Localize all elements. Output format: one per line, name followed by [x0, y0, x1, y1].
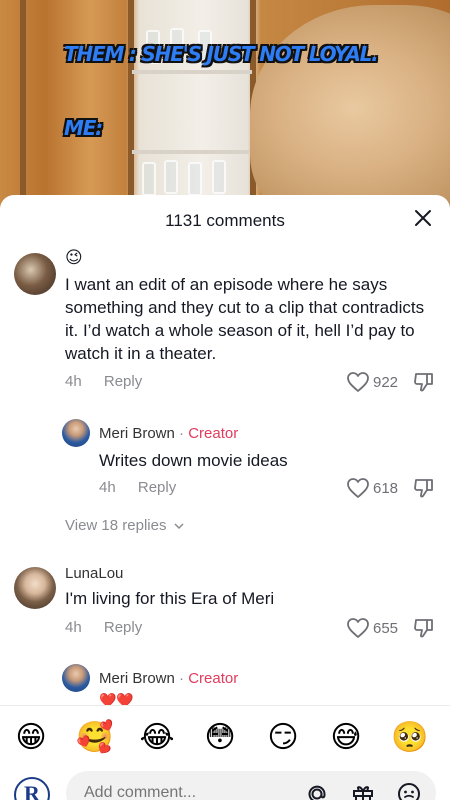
- heart-icon: [347, 478, 369, 498]
- emoji-grin[interactable]: 😁: [13, 720, 49, 756]
- heart-icon: [347, 372, 369, 392]
- dislike-icon[interactable]: [413, 477, 435, 499]
- emoji-hearts[interactable]: 🥰: [76, 720, 113, 756]
- emoji-pleading[interactable]: 🥺: [391, 720, 428, 756]
- reply-item: Meri Brown · Creator ❤️❤️: [0, 660, 450, 705]
- dislike-icon[interactable]: [413, 371, 435, 393]
- comment-input-row: R: [0, 771, 450, 800]
- sheet-header: 1131 comments: [0, 195, 450, 247]
- comment-item: LunaLou I'm living for this Era of Meri …: [0, 557, 450, 647]
- current-user-avatar[interactable]: R: [14, 777, 50, 800]
- emoji-tears-of-joy[interactable]: 😂: [139, 720, 175, 756]
- creator-badge: Creator: [188, 425, 239, 442]
- comment-text: I want an edit of an episode where he sa…: [65, 275, 425, 363]
- wood-frame: [128, 0, 134, 215]
- reply-author-line: Meri Brown · Creator: [99, 425, 239, 442]
- comment-time: 4h: [65, 373, 82, 390]
- wood-frame: [20, 0, 26, 215]
- emoji-smirk[interactable]: 😏: [265, 720, 301, 756]
- comment-time: 4h: [99, 479, 116, 496]
- reply-item: Meri Brown · Creator Writes down movie i…: [0, 415, 450, 500]
- emoji-quick-bar: 😁 🥰 😂 😳 😏 😅 🥺: [0, 705, 450, 771]
- close-icon[interactable]: [412, 207, 434, 229]
- glass: [164, 160, 178, 194]
- view-replies-button[interactable]: View 18 replies: [65, 517, 185, 534]
- avatar[interactable]: [14, 567, 56, 609]
- view-replies-label: View 18 replies: [65, 517, 167, 534]
- comment-emoji: 😉: [65, 248, 83, 268]
- reply-button[interactable]: Reply: [138, 479, 176, 496]
- reply-button[interactable]: Reply: [104, 373, 142, 390]
- author-name[interactable]: Meri Brown: [99, 425, 175, 442]
- glass: [188, 162, 202, 196]
- video-caption-line1: THEM : SHE'S JUST NOT LOYAL.: [64, 42, 379, 66]
- heart-icon: [347, 618, 369, 638]
- emoji-flushed[interactable]: 😳: [202, 720, 238, 756]
- comment-text: ❤️❤️: [99, 693, 134, 705]
- comment-item: 😉 I want an edit of an episode where he …: [0, 247, 450, 397]
- shelf: [132, 150, 252, 154]
- like-button[interactable]: 655: [346, 617, 398, 639]
- avatar[interactable]: [14, 253, 56, 295]
- emoji-sweat-smile[interactable]: 😅: [328, 720, 364, 756]
- comment-input[interactable]: [66, 771, 436, 800]
- like-count: 655: [373, 619, 399, 637]
- video-caption-line2: ME:: [64, 116, 103, 140]
- shelf: [132, 70, 252, 74]
- glass: [142, 162, 156, 196]
- comment-meta: 4h Reply: [99, 479, 176, 496]
- author-name[interactable]: Meri Brown: [99, 670, 175, 687]
- mention-icon[interactable]: [304, 781, 330, 800]
- video-background[interactable]: THEM : SHE'S JUST NOT LOYAL. ME:: [0, 0, 450, 215]
- author-name[interactable]: LunaLou: [65, 565, 123, 582]
- like-button[interactable]: 618: [346, 477, 398, 499]
- chevron-down-icon: [174, 523, 184, 530]
- avatar[interactable]: [62, 664, 90, 692]
- like-count: 922: [373, 373, 399, 391]
- creator-badge: Creator: [188, 670, 239, 687]
- dislike-icon[interactable]: [413, 617, 435, 639]
- avatar[interactable]: [62, 419, 90, 447]
- reply-button[interactable]: Reply: [104, 619, 142, 636]
- gift-icon[interactable]: [350, 781, 376, 800]
- comment-text: Writes down movie ideas: [99, 451, 288, 470]
- emoji-icon[interactable]: [396, 781, 422, 800]
- like-button[interactable]: 922: [346, 371, 398, 393]
- comment-meta: 4h Reply: [65, 373, 142, 390]
- glass: [212, 160, 226, 194]
- person-hair: [250, 5, 450, 215]
- comment-time: 4h: [65, 619, 82, 636]
- comment-text: I'm living for this Era of Meri: [65, 589, 275, 608]
- reply-author-line: Meri Brown · Creator: [99, 670, 239, 687]
- comment-meta: 4h Reply: [65, 619, 142, 636]
- comments-count-title: 1131 comments: [165, 211, 285, 230]
- like-count: 618: [373, 479, 399, 497]
